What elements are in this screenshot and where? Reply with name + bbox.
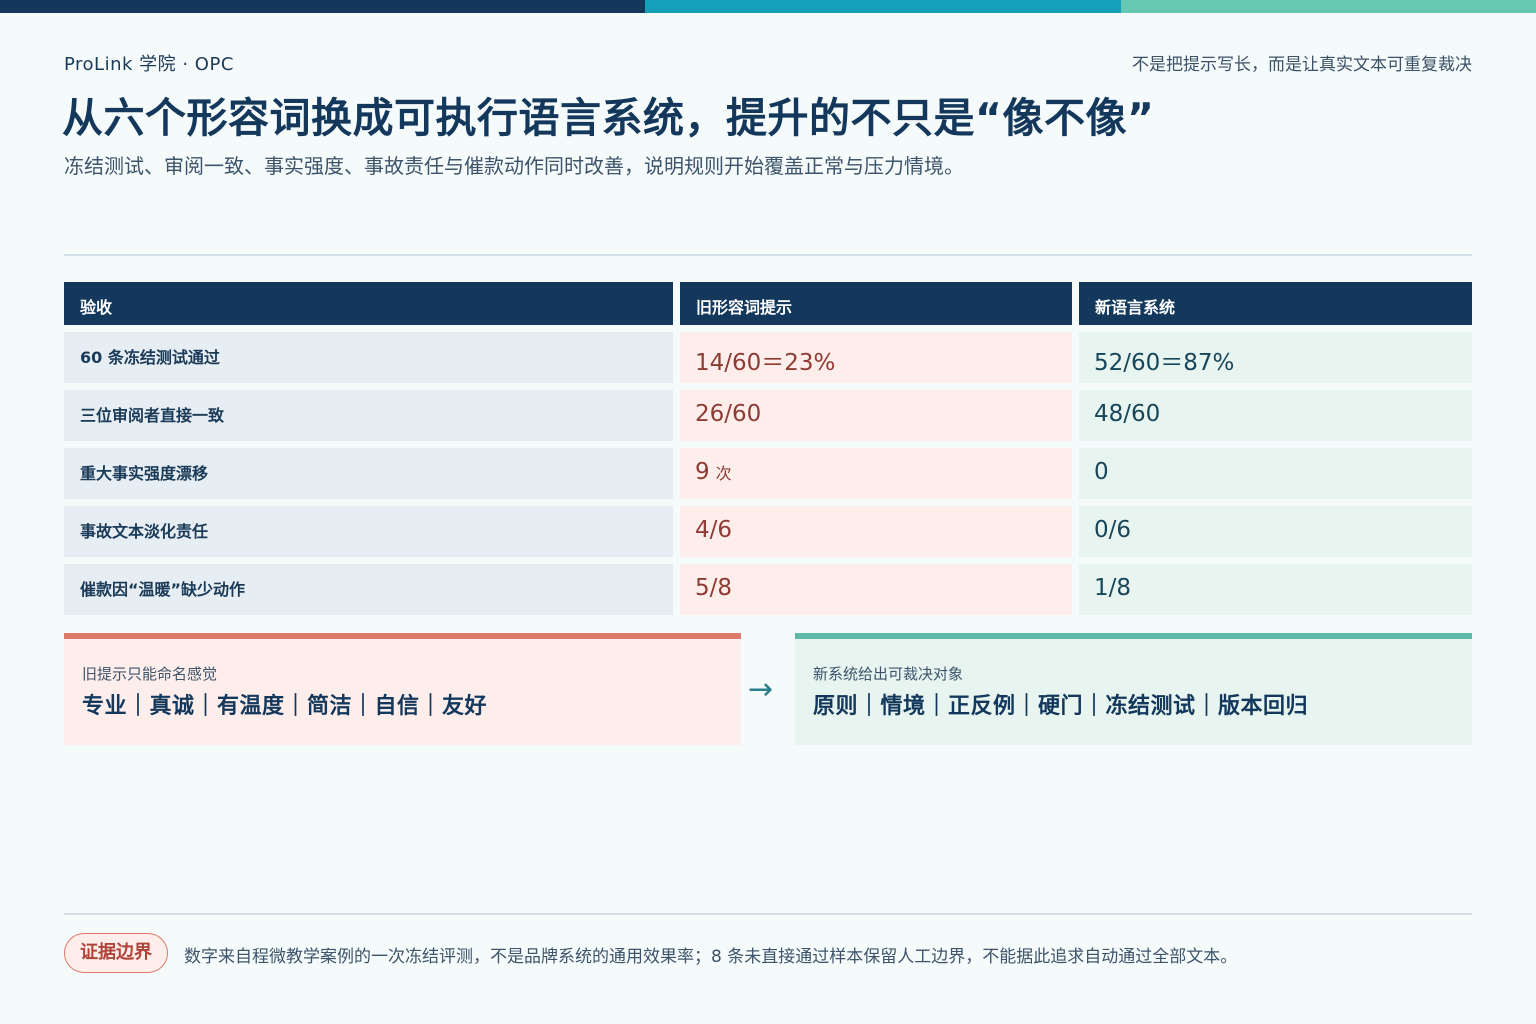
old-prompt-adjectives: 专业｜真诚｜有温度｜简洁｜自信｜友好 (82, 694, 488, 719)
divider-top (64, 254, 1472, 256)
table-row: 重大事实强度漂移 9次 0 (64, 448, 1472, 499)
row-label: 三位审阅者直接一致 (64, 390, 673, 441)
evidence-boundary-badge: 证据边界 (64, 933, 168, 973)
new-value: 48/60 (1079, 390, 1472, 441)
header-criteria: 验收 (64, 282, 673, 325)
old-value: 26/60 (680, 390, 1072, 441)
old-value-number: 26/60 (695, 401, 762, 427)
old-value: 4/6 (680, 506, 1072, 557)
top-accent-bar (0, 0, 1536, 13)
table-row: 三位审阅者直接一致 26/60 48/60 (64, 390, 1472, 441)
page-subtitle: 冻结测试、审阅一致、事实强度、事故责任与催款动作同时改善，说明规则开始覆盖正常与… (64, 154, 964, 178)
new-value: 0/6 (1079, 506, 1472, 557)
old-value: 14/60＝23% (680, 332, 1072, 383)
tagline: 不是把提示写长，而是让真实文本可重复裁决 (1132, 55, 1472, 75)
accent-segment-mint (1121, 0, 1536, 13)
table-row: 催款因“温暖”缺少动作 5/8 1/8 (64, 564, 1472, 615)
old-value: 5/8 (680, 564, 1072, 615)
accent-segment-teal (645, 0, 1121, 13)
row-label: 事故文本淡化责任 (64, 506, 673, 557)
new-value: 52/60＝87% (1079, 332, 1472, 383)
old-value: 9次 (680, 448, 1072, 499)
new-system-components: 原则｜情境｜正反例｜硬门｜冻结测试｜版本回归 (813, 694, 1309, 719)
table-header-row: 验收 旧形容词提示 新语言系统 (64, 282, 1472, 325)
row-label: 重大事实强度漂移 (64, 448, 673, 499)
new-value: 0 (1079, 448, 1472, 499)
header-new-system: 新语言系统 (1079, 282, 1472, 325)
old-value-number: 5/8 (695, 575, 733, 601)
brand-label: ProLink 学院 · OPC (64, 54, 234, 75)
divider-bottom (64, 913, 1472, 915)
old-value-number: 4/6 (695, 517, 733, 543)
comparison-table: 验收 旧形容词提示 新语言系统 60 条冻结测试通过 14/60＝23% 52/… (64, 282, 1472, 622)
table-row: 事故文本淡化责任 4/6 0/6 (64, 506, 1472, 557)
old-prompt-label: 旧提示只能命名感觉 (82, 665, 218, 683)
old-prompt-card: 旧提示只能命名感觉 专业｜真诚｜有温度｜简洁｜自信｜友好 (64, 633, 741, 745)
row-label: 催款因“温暖”缺少动作 (64, 564, 673, 615)
table-row: 60 条冻结测试通过 14/60＝23% 52/60＝87% (64, 332, 1472, 383)
page-title: 从六个形容词换成可执行语言系统，提升的不只是“像不像” (62, 94, 1155, 142)
footnote: 数字来自程微教学案例的一次冻结评测，不是品牌系统的通用效果率；8 条未直接通过样… (184, 947, 1238, 967)
new-system-label: 新系统给出可裁决对象 (813, 665, 964, 683)
old-value-number: 14/60＝23% (695, 350, 836, 376)
new-value: 1/8 (1079, 564, 1472, 615)
accent-segment-navy (0, 0, 645, 13)
old-value-number: 9 (695, 459, 710, 485)
row-label: 60 条冻结测试通过 (64, 332, 673, 383)
old-value-unit: 次 (715, 464, 732, 483)
right-arrow-icon: → (748, 672, 774, 707)
new-system-card: 新系统给出可裁决对象 原则｜情境｜正反例｜硬门｜冻结测试｜版本回归 (795, 633, 1472, 745)
header-old-prompt: 旧形容词提示 (680, 282, 1072, 325)
